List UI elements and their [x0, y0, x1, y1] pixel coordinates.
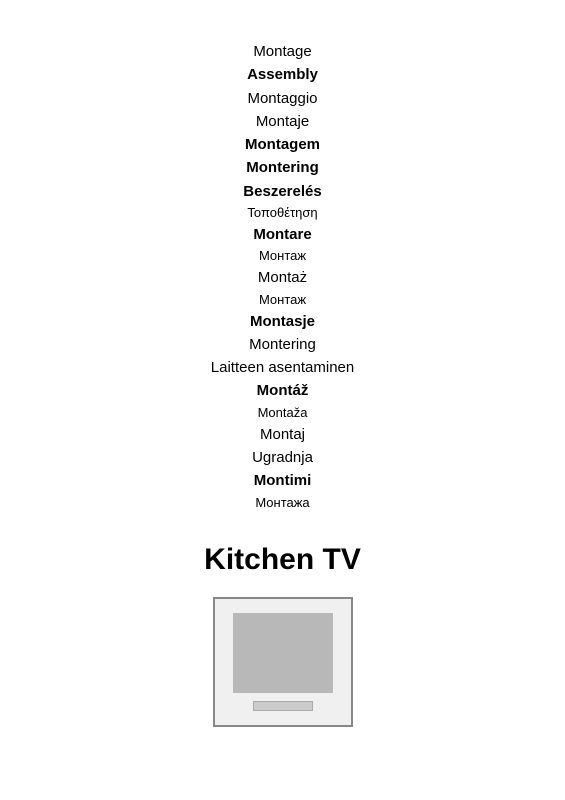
translation-item: Montering: [246, 156, 319, 179]
tv-screen: [233, 613, 333, 693]
translation-item: Τοποθέτηση: [247, 203, 317, 223]
translation-item: Beszerelés: [243, 180, 321, 203]
translation-item: Montaža: [258, 403, 308, 423]
translation-item: Монтажа: [255, 493, 309, 513]
translation-item: Монтаж: [259, 246, 306, 266]
translation-item: Montering: [249, 333, 316, 356]
translation-item: Montimi: [254, 469, 312, 492]
translation-item: Montáž: [257, 379, 309, 402]
translation-item: Assembly: [247, 63, 318, 86]
translation-item: Montasje: [250, 310, 315, 333]
translation-item: Montagem: [245, 133, 320, 156]
translations-list: MontageAssemblyMontaggioMontajeMontagemM…: [20, 40, 545, 513]
translation-item: Montare: [253, 223, 311, 246]
translation-item: Монтаж: [259, 290, 306, 310]
tv-illustration: [213, 597, 353, 727]
translation-item: Laitteen asentaminen: [211, 356, 354, 379]
translation-item: Ugradnja: [252, 446, 313, 469]
product-title: Kitchen TV: [204, 543, 361, 577]
tv-stand: [253, 701, 313, 711]
translation-item: Montaggio: [247, 87, 317, 110]
translation-item: Montaż: [258, 266, 307, 289]
translation-item: Montaj: [260, 423, 305, 446]
translation-item: Montaje: [256, 110, 309, 133]
translation-item: Montage: [253, 40, 311, 63]
